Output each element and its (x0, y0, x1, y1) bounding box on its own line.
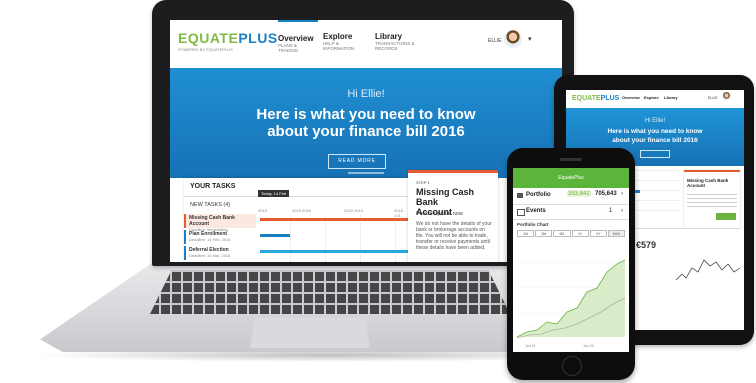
tasks-title: YOUR TASKS (190, 183, 236, 190)
tablet-brand-logo[interactable]: EQUATEPLUS (572, 95, 619, 102)
detail-body: We do not have the details of your bank … (416, 221, 492, 251)
range-max[interactable]: MAX (607, 230, 626, 237)
timeline-grid (256, 214, 406, 262)
brand-tagline: POWERED BY EQUATEPLUS (178, 47, 233, 52)
detail-title-line1: Missing Cash Bank (416, 187, 475, 207)
nav-tab-explore[interactable]: Explore HELP & INFORMATION (323, 20, 369, 68)
range-selector: 1M 3M 6M 1Y 2Y MAX (517, 230, 626, 237)
home-button[interactable] (562, 356, 582, 376)
user-name[interactable]: ELLIE (488, 38, 502, 44)
column-2015: 2015 (258, 208, 267, 213)
timeline-bar[interactable] (260, 218, 410, 221)
brand-logo[interactable]: EQUATEPLUS (178, 30, 278, 46)
x-label-start: Jan 14 (525, 344, 536, 348)
detail-subtitle: Please update now (416, 211, 463, 217)
tablet-avatar[interactable] (722, 92, 731, 101)
laptop-keyboard-rows (150, 270, 510, 314)
step-label: STEP 1 (416, 180, 430, 185)
tablet-action-button[interactable] (716, 213, 736, 220)
tablet-line-chart (676, 259, 740, 281)
laptop-trackpad (250, 318, 370, 348)
date-badge: Today, 14 Feb (258, 190, 290, 197)
timeline-bar[interactable] (260, 250, 410, 253)
divider (184, 196, 408, 197)
calendar-icon (517, 209, 525, 216)
tablet-detail-body (687, 192, 737, 210)
nav-tab-library-subtitle: TRANSACTIONS & RECORDS (375, 41, 415, 51)
phone-screen: EquatePlus Portfolio 393,842 705,643 › E… (513, 168, 629, 352)
tablet-read-more-button[interactable] (640, 150, 670, 158)
chevron-right-icon: › (621, 208, 623, 214)
events-label: Events (526, 208, 546, 214)
range-1y[interactable]: 1Y (571, 230, 589, 237)
tablet-hero-headline-2: about your finance bill 2016 (612, 137, 698, 144)
nav-tab-library[interactable]: Library TRANSACTIONS & RECORDS (375, 20, 431, 68)
portfolio-chart (517, 259, 625, 339)
timeline-bar[interactable] (260, 234, 290, 237)
task-detail-panel: STEP 1 Missing Cash Bank Account Please … (408, 170, 498, 262)
read-more-button[interactable]: READ MORE (328, 154, 386, 169)
nav-tab-explore-subtitle: HELP & INFORMATION (323, 41, 355, 51)
range-2y[interactable]: 2Y (589, 230, 607, 237)
nav-tab-overview-subtitle: PLANS & TRADING (278, 43, 299, 53)
carousel-dots[interactable] (348, 172, 384, 174)
task-row[interactable]: Missing Cash Bank Account Deadline: imme… (184, 214, 256, 232)
top-header: EQUATEPLUS POWERED BY EQUATEPLUS Overvie… (170, 20, 562, 69)
chevron-down-icon[interactable]: ▾ (528, 35, 532, 43)
new-tasks-label: NEW TASKS (4) (190, 202, 231, 208)
task-deadline: Deadline: 16 Mar, 2016 (189, 253, 231, 258)
tablet-detail-title: Missing Cash Bank Account (687, 178, 729, 188)
hero-greeting: Hi Ellie! (347, 88, 385, 100)
tasks-panel: YOUR TASKS NEW TASKS (4) Today, 14 Feb 2… (184, 178, 410, 262)
tablet-value: €579 (636, 240, 657, 250)
events-count: 1 (609, 208, 613, 214)
chevron-right-icon: › (621, 191, 623, 197)
phone-portfolio-row[interactable]: Portfolio 393,842 705,643 › (513, 188, 629, 205)
phone-header-title: EquatePlus (558, 175, 584, 181)
range-3m[interactable]: 3M (535, 230, 553, 237)
range-6m[interactable]: 6M (553, 230, 571, 237)
hero-banner: Hi Ellie! Here is what you need to know … (170, 68, 562, 178)
range-1m[interactable]: 1M (517, 230, 535, 237)
task-row[interactable]: Deferral Election Deadline: 16 Mar, 2016 (184, 246, 256, 260)
tablet-hero-greeting: Hi Ellie! (644, 118, 666, 124)
nav-tab-explore-title: Explore (323, 32, 353, 41)
hero-headline-2: about your finance bill 2016 (267, 123, 465, 140)
tablet-user-name[interactable]: ELLIE (708, 96, 718, 100)
tablet-nav-library[interactable]: Library (664, 95, 678, 100)
column-2015-2016-b: 2015 2016 (344, 208, 363, 213)
portfolio-chart-title: Portfolio Chart (517, 222, 549, 227)
wallet-icon (517, 193, 523, 198)
tablet-nav-explore[interactable]: Explore (644, 95, 659, 100)
tablet-nav-overview[interactable]: Overview (622, 95, 640, 100)
x-label-end: Jan 15 (583, 344, 594, 348)
phone-header: EquatePlus (513, 168, 629, 188)
hero-headline-1: Here is what you need to know (256, 106, 476, 123)
column-2015-2016-a: 2015 2016 (292, 208, 311, 213)
tablet-hero-headline-1: Here is what you need to know (607, 128, 703, 135)
task-title: Missing Cash Bank Account (189, 215, 235, 227)
task-row[interactable]: Plan Enrollment Deadline: 14 Feb, 2016 (184, 230, 256, 244)
nav-tab-overview-title: Overview (278, 34, 314, 43)
nav-tab-library-title: Library (375, 32, 403, 41)
phone-events-row[interactable]: Events 1 › (513, 205, 629, 220)
avatar[interactable] (504, 30, 522, 48)
laptop-screen: EQUATEPLUS POWERED BY EQUATEPLUS Overvie… (170, 20, 562, 262)
task-deadline: Deadline: 14 Feb, 2016 (189, 237, 231, 242)
portfolio-value: 705,643 (595, 191, 617, 197)
nav-tab-overview[interactable]: Overview PLANS & TRADING (278, 20, 318, 70)
portfolio-label: Portfolio (526, 192, 551, 198)
phone-speaker (560, 158, 582, 161)
portfolio-highlight: 393,842 (567, 191, 591, 197)
